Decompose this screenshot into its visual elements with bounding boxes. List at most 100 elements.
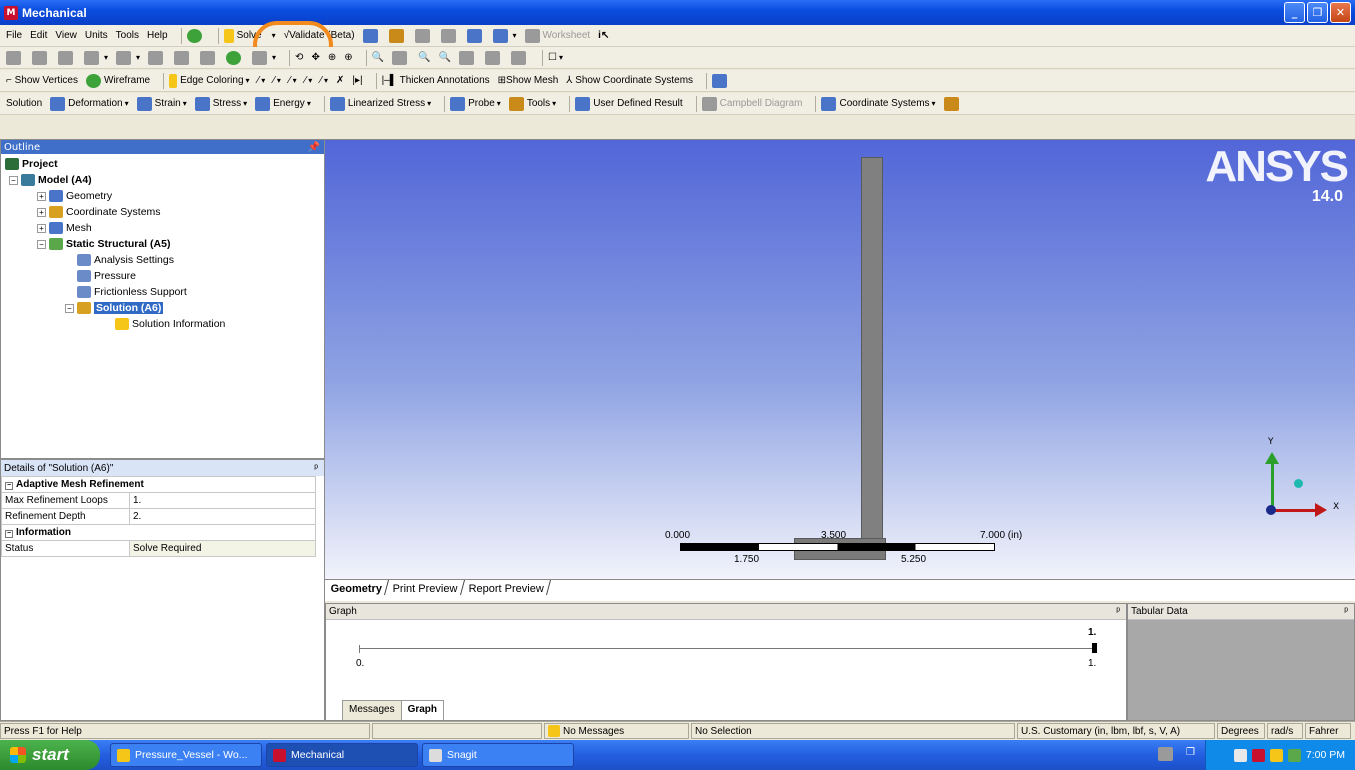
pan-icon[interactable]: ✥: [311, 52, 319, 63]
property-value[interactable]: 2.: [129, 508, 316, 525]
edge-display-4-icon[interactable]: ⁄ ▾: [305, 75, 313, 86]
viewport-layout-icon[interactable]: ☐ ▾: [548, 52, 563, 63]
zoom-in-icon[interactable]: ⊕: [344, 52, 352, 63]
edge-coloring-button[interactable]: Edge Coloring ▾: [169, 73, 250, 88]
restore-button[interactable]: ❐: [1307, 2, 1328, 23]
box-zoom-icon[interactable]: 🔍: [372, 52, 384, 63]
antivirus-tray-icon[interactable]: [1251, 748, 1265, 762]
vertex-select-icon[interactable]: [148, 50, 166, 65]
pointer-icon[interactable]: ▾: [116, 50, 140, 65]
solve-dropdown-button[interactable]: ▾: [272, 31, 276, 40]
tree-item-solution-information[interactable]: Solution Information: [5, 316, 320, 332]
info-cursor-icon[interactable]: i↖: [598, 30, 609, 41]
tree-item-solution[interactable]: − Solution (A6): [5, 300, 320, 316]
graph-time-marker[interactable]: [1092, 643, 1097, 653]
menu-file[interactable]: File: [6, 30, 22, 41]
tree-item-pressure[interactable]: Pressure: [5, 268, 320, 284]
pin-icon[interactable]: ᵖ: [1116, 606, 1120, 617]
export-icon[interactable]: [943, 96, 962, 111]
tab-messages[interactable]: Messages: [342, 700, 402, 720]
edge-select-icon[interactable]: [174, 50, 192, 65]
graph-timeline[interactable]: [359, 648, 1095, 649]
extend-select-icon[interactable]: ▾: [252, 50, 276, 65]
menu-units[interactable]: Units: [85, 30, 108, 41]
comment-icon[interactable]: [440, 28, 459, 43]
collapse-icon[interactable]: −: [5, 529, 13, 538]
pin-icon[interactable]: ᵖ: [1344, 606, 1348, 617]
tab-graph[interactable]: Graph: [400, 700, 445, 720]
face-select-icon[interactable]: [200, 50, 218, 65]
property-value[interactable]: 1.: [129, 492, 316, 509]
collapse-icon[interactable]: −: [65, 303, 74, 313]
stress-button[interactable]: Stress ▾: [194, 96, 247, 111]
pin-icon[interactable]: ᵖ: [314, 463, 318, 474]
details-group-row[interactable]: − Information: [1, 524, 316, 541]
triad-sphere-icon[interactable]: [1294, 479, 1303, 488]
minimize-button[interactable]: _: [1284, 2, 1305, 23]
edge-display-5-icon[interactable]: ⁄ ▾: [320, 75, 328, 86]
body-select-icon[interactable]: [226, 50, 244, 65]
probe-image-icon[interactable]: ▾: [492, 28, 517, 43]
taskbar-button-mechanical[interactable]: Mechanical: [266, 743, 418, 767]
solve-button[interactable]: Solve: [223, 28, 262, 43]
zoom-icon[interactable]: ⊕: [328, 52, 336, 63]
energy-button[interactable]: Energy ▾: [255, 96, 311, 111]
coordinate-systems-button[interactable]: Coordinate Systems ▾: [821, 96, 936, 111]
expand-icon[interactable]: +: [37, 223, 46, 233]
clock[interactable]: 7:00 PM: [1306, 749, 1345, 761]
linearized-stress-button[interactable]: Linearized Stress ▾: [329, 96, 431, 111]
restore-icon[interactable]: ❐: [1186, 747, 1195, 761]
expand-icon[interactable]: +: [37, 207, 46, 217]
show-mesh-button[interactable]: ⊞ Show Mesh: [498, 75, 559, 86]
help-icon[interactable]: [1158, 747, 1174, 761]
wireframe-button[interactable]: Wireframe: [86, 73, 150, 88]
status-rate[interactable]: rad/s: [1267, 723, 1303, 739]
tree-item-geometry[interactable]: + Geometry: [5, 188, 320, 204]
details-row[interactable]: Refinement Depth 2.: [1, 508, 316, 525]
annotation-icon[interactable]: [466, 28, 485, 43]
show-coords-button[interactable]: ⅄ Show Coordinate Systems: [566, 75, 693, 86]
thick-lines-icon[interactable]: |▸|: [352, 75, 362, 86]
iso-view-icon[interactable]: [458, 50, 477, 65]
edge-display-1-icon[interactable]: ⁄ ▾: [258, 75, 266, 86]
menu-help[interactable]: Help: [147, 30, 168, 41]
show-vertices-button[interactable]: ⌐ Show Vertices: [6, 75, 78, 86]
status-messages[interactable]: No Messages: [544, 723, 689, 739]
menu-edit[interactable]: Edit: [30, 30, 47, 41]
collapse-icon[interactable]: −: [37, 239, 46, 249]
taskbar-button-word[interactable]: Pressure_Vessel - Wo...: [110, 743, 262, 767]
coordinate-icon[interactable]: [58, 50, 76, 65]
network-tray-icon[interactable]: [1287, 748, 1301, 762]
validate-button[interactable]: √ Validate (Beta): [284, 30, 355, 41]
user-defined-result-button[interactable]: User Defined Result: [575, 96, 683, 111]
status-angle[interactable]: Degrees: [1217, 723, 1265, 739]
details-group-row[interactable]: − Adaptive Mesh Refinement: [1, 476, 316, 493]
new-figure-icon[interactable]: [362, 28, 381, 43]
status-units[interactable]: U.S. Customary (in, lbm, lbf, s, V, A): [1017, 723, 1215, 739]
close-button[interactable]: ✕: [1330, 2, 1351, 23]
collapse-icon[interactable]: −: [9, 175, 18, 185]
tab-geometry[interactable]: Geometry: [324, 580, 390, 595]
tab-report-preview[interactable]: Report Preview: [463, 580, 552, 595]
status-temperature[interactable]: Fahrer: [1305, 723, 1351, 739]
zoom-to-fit-icon[interactable]: [392, 50, 410, 65]
select-point-icon[interactable]: [6, 50, 24, 65]
select-geometry-icon[interactable]: [32, 50, 50, 65]
menu-view[interactable]: View: [55, 30, 77, 41]
start-button[interactable]: start: [0, 740, 100, 770]
thicken-annotations-button[interactable]: |–▌ Thicken Annotations: [382, 75, 490, 86]
tree-item-coordinate-systems[interactable]: + Coordinate Systems: [5, 204, 320, 220]
previous-view-icon[interactable]: 🔍: [439, 52, 451, 63]
check-icon[interactable]: [186, 28, 205, 43]
tree-item-frictionless-support[interactable]: Frictionless Support: [5, 284, 320, 300]
select-mode-icon[interactable]: ▾: [84, 50, 108, 65]
tree-item-analysis-settings[interactable]: Analysis Settings: [5, 252, 320, 268]
update-tray-icon[interactable]: [1269, 748, 1283, 762]
details-row[interactable]: Status Solve Required: [1, 540, 316, 557]
edge-display-3-icon[interactable]: ⁄ ▾: [289, 75, 297, 86]
graphics-viewport[interactable]: ANSYS 14.0 0.000 1.750 3.500 5.250 7.000…: [325, 139, 1355, 579]
thin-lines-icon[interactable]: ✗: [336, 75, 344, 86]
tree-item-project[interactable]: Project: [5, 156, 320, 172]
tree-item-mesh[interactable]: + Mesh: [5, 220, 320, 236]
menu-tools[interactable]: Tools: [116, 30, 139, 41]
